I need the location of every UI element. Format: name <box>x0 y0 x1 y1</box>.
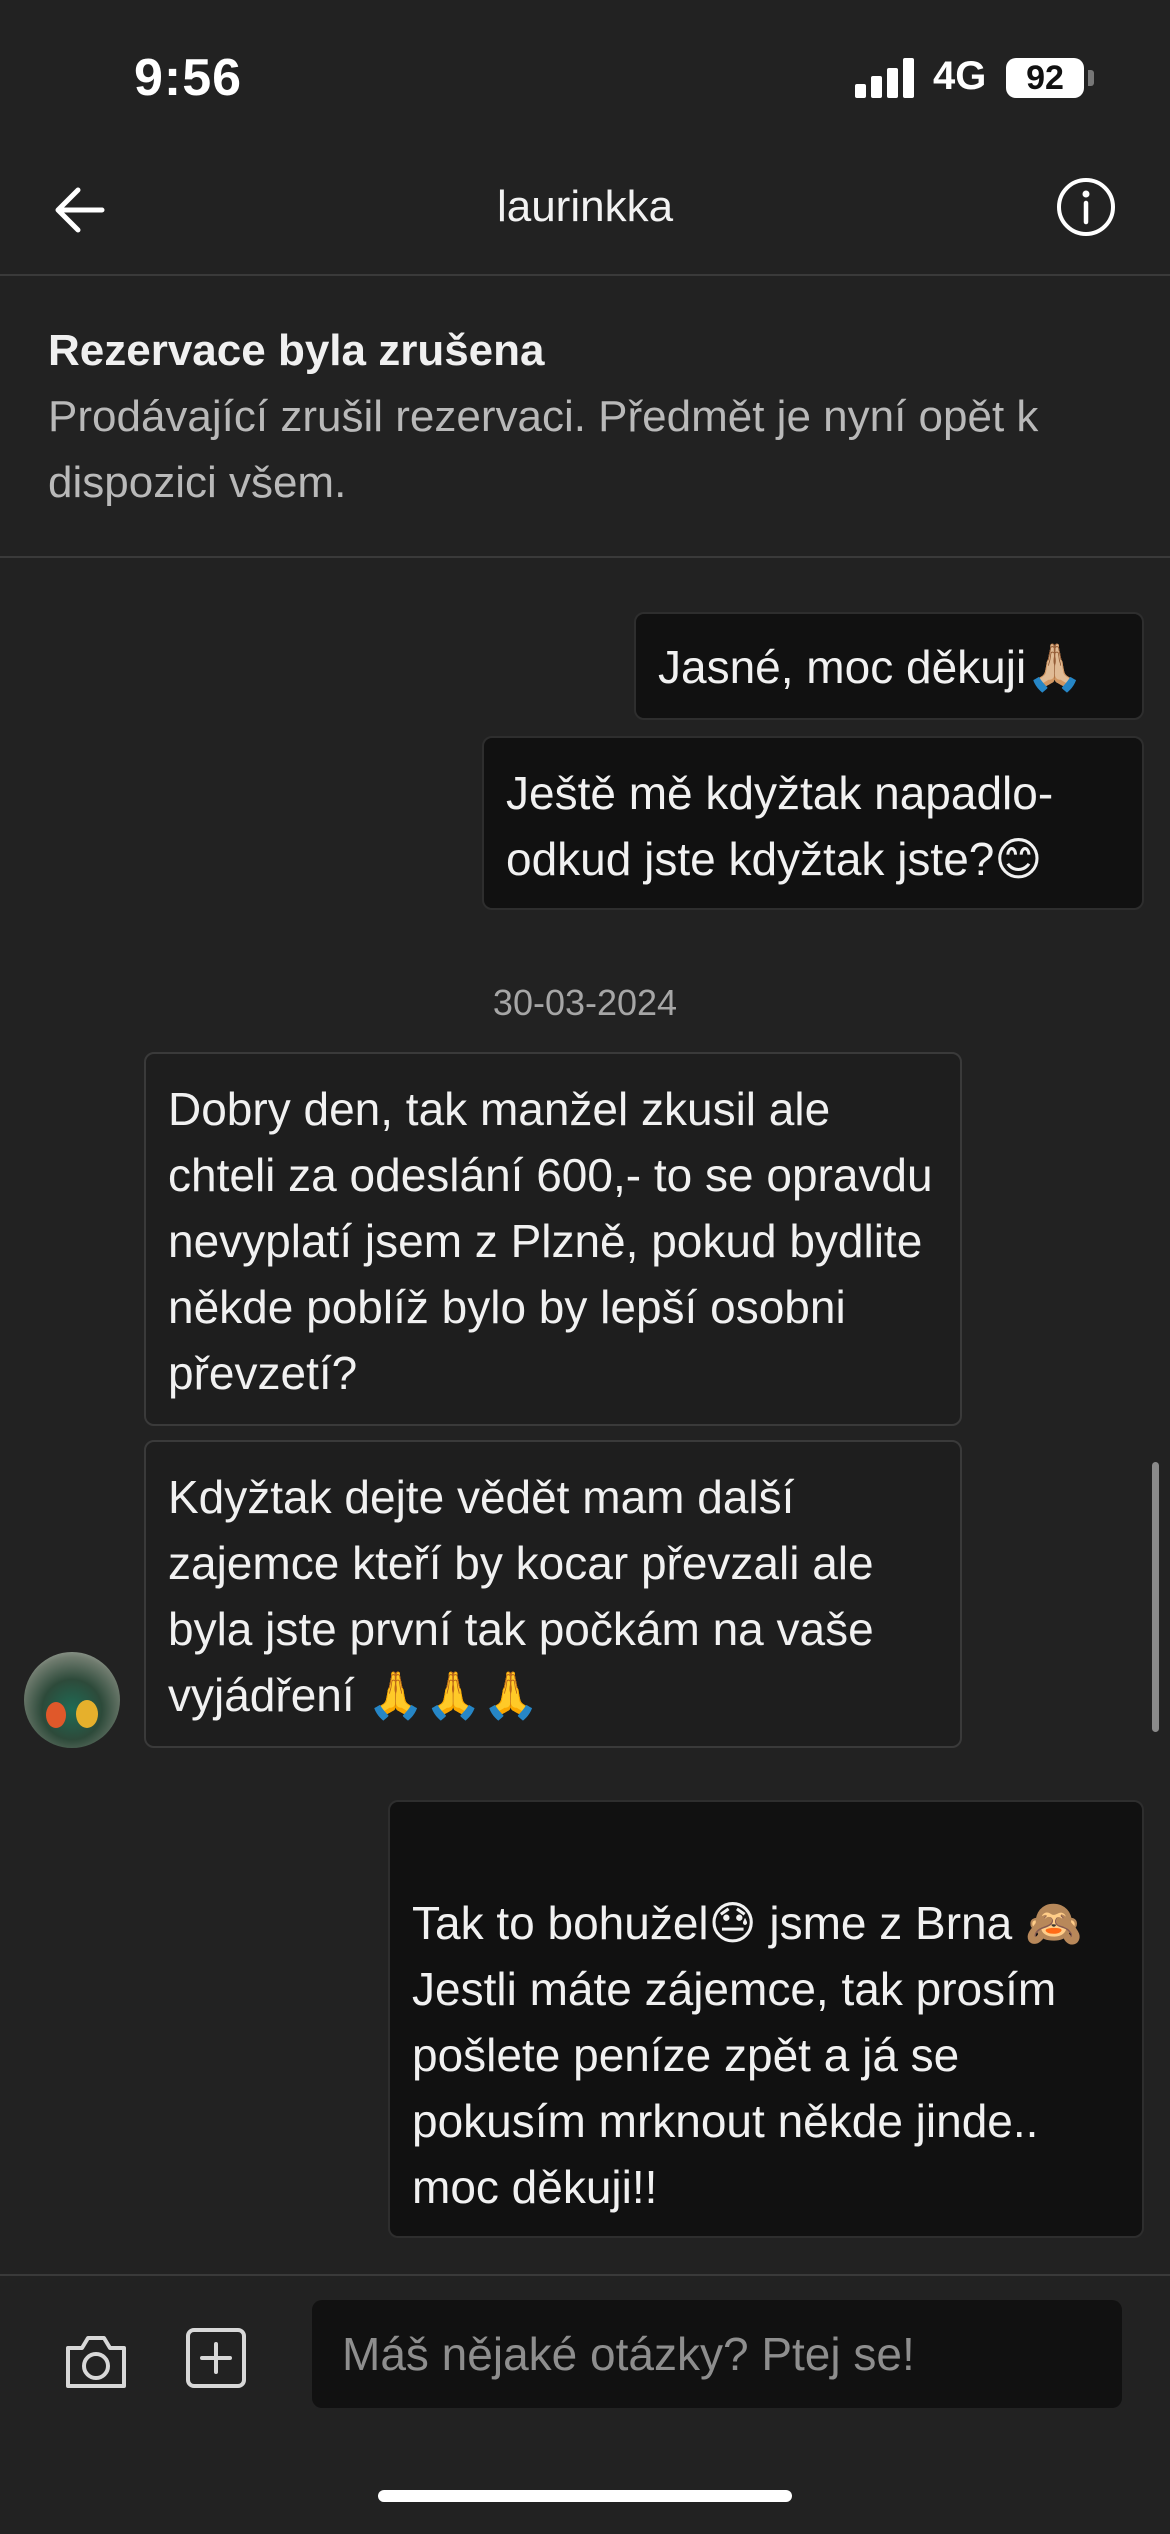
signal-icon <box>855 58 917 98</box>
network-type: 4G <box>933 54 987 98</box>
message-bubble[interactable]: Dobry den, tak manžel zkusil ale chteli … <box>144 1052 962 1426</box>
avatar[interactable] <box>24 1652 120 1748</box>
message-input[interactable] <box>312 2300 1122 2408</box>
message-text: Jasné, moc děkuji🙏🏼 <box>658 641 1084 693</box>
message-text: Ještě mě kdyžtak napadlo- odkud jste kdy… <box>506 767 1054 885</box>
message-bubble[interactable]: Tak to bohužel😓 jsme z Brna 🙈 Jestli mát… <box>388 1800 1144 2238</box>
message-bubble[interactable]: Ještě mě kdyžtak napadlo- odkud jste kdy… <box>482 736 1144 910</box>
battery-tip <box>1088 70 1094 86</box>
message-text: Tak to bohužel😓 jsme z Brna 🙈 Jestli mát… <box>412 1897 1083 2213</box>
banner-text: Prodávající zrušil rezervaci. Předmět je… <box>48 392 1039 507</box>
reservation-banner: Rezervace byla zrušena Prodávající zruši… <box>0 276 1170 558</box>
banner-title: Rezervace byla zrušena <box>48 326 545 375</box>
scrollbar[interactable] <box>1152 1462 1159 1732</box>
message-bubble[interactable]: Kdyžtak dejte vědět mam další zajemce kt… <box>144 1440 962 1748</box>
message-text: Kdyžtak dejte vědět mam další zajemce kt… <box>168 1471 874 1721</box>
info-icon[interactable] <box>1055 176 1117 238</box>
chat-title[interactable]: laurinkka <box>0 182 1170 232</box>
message-bubble[interactable]: Jasné, moc děkuji🙏🏼 <box>634 612 1144 720</box>
camera-icon[interactable] <box>60 2326 132 2398</box>
chat-header: laurinkka <box>0 150 1170 276</box>
home-indicator[interactable] <box>378 2490 792 2502</box>
status-time: 9:56 <box>134 49 243 107</box>
plus-square-icon[interactable] <box>184 2326 248 2390</box>
date-separator: 30-03-2024 <box>492 982 678 1023</box>
status-bar: 9:56 4G 92 <box>0 0 1170 150</box>
message-text: Dobry den, tak manžel zkusil ale chteli … <box>168 1083 933 1399</box>
battery-icon: 92 <box>1006 58 1084 98</box>
